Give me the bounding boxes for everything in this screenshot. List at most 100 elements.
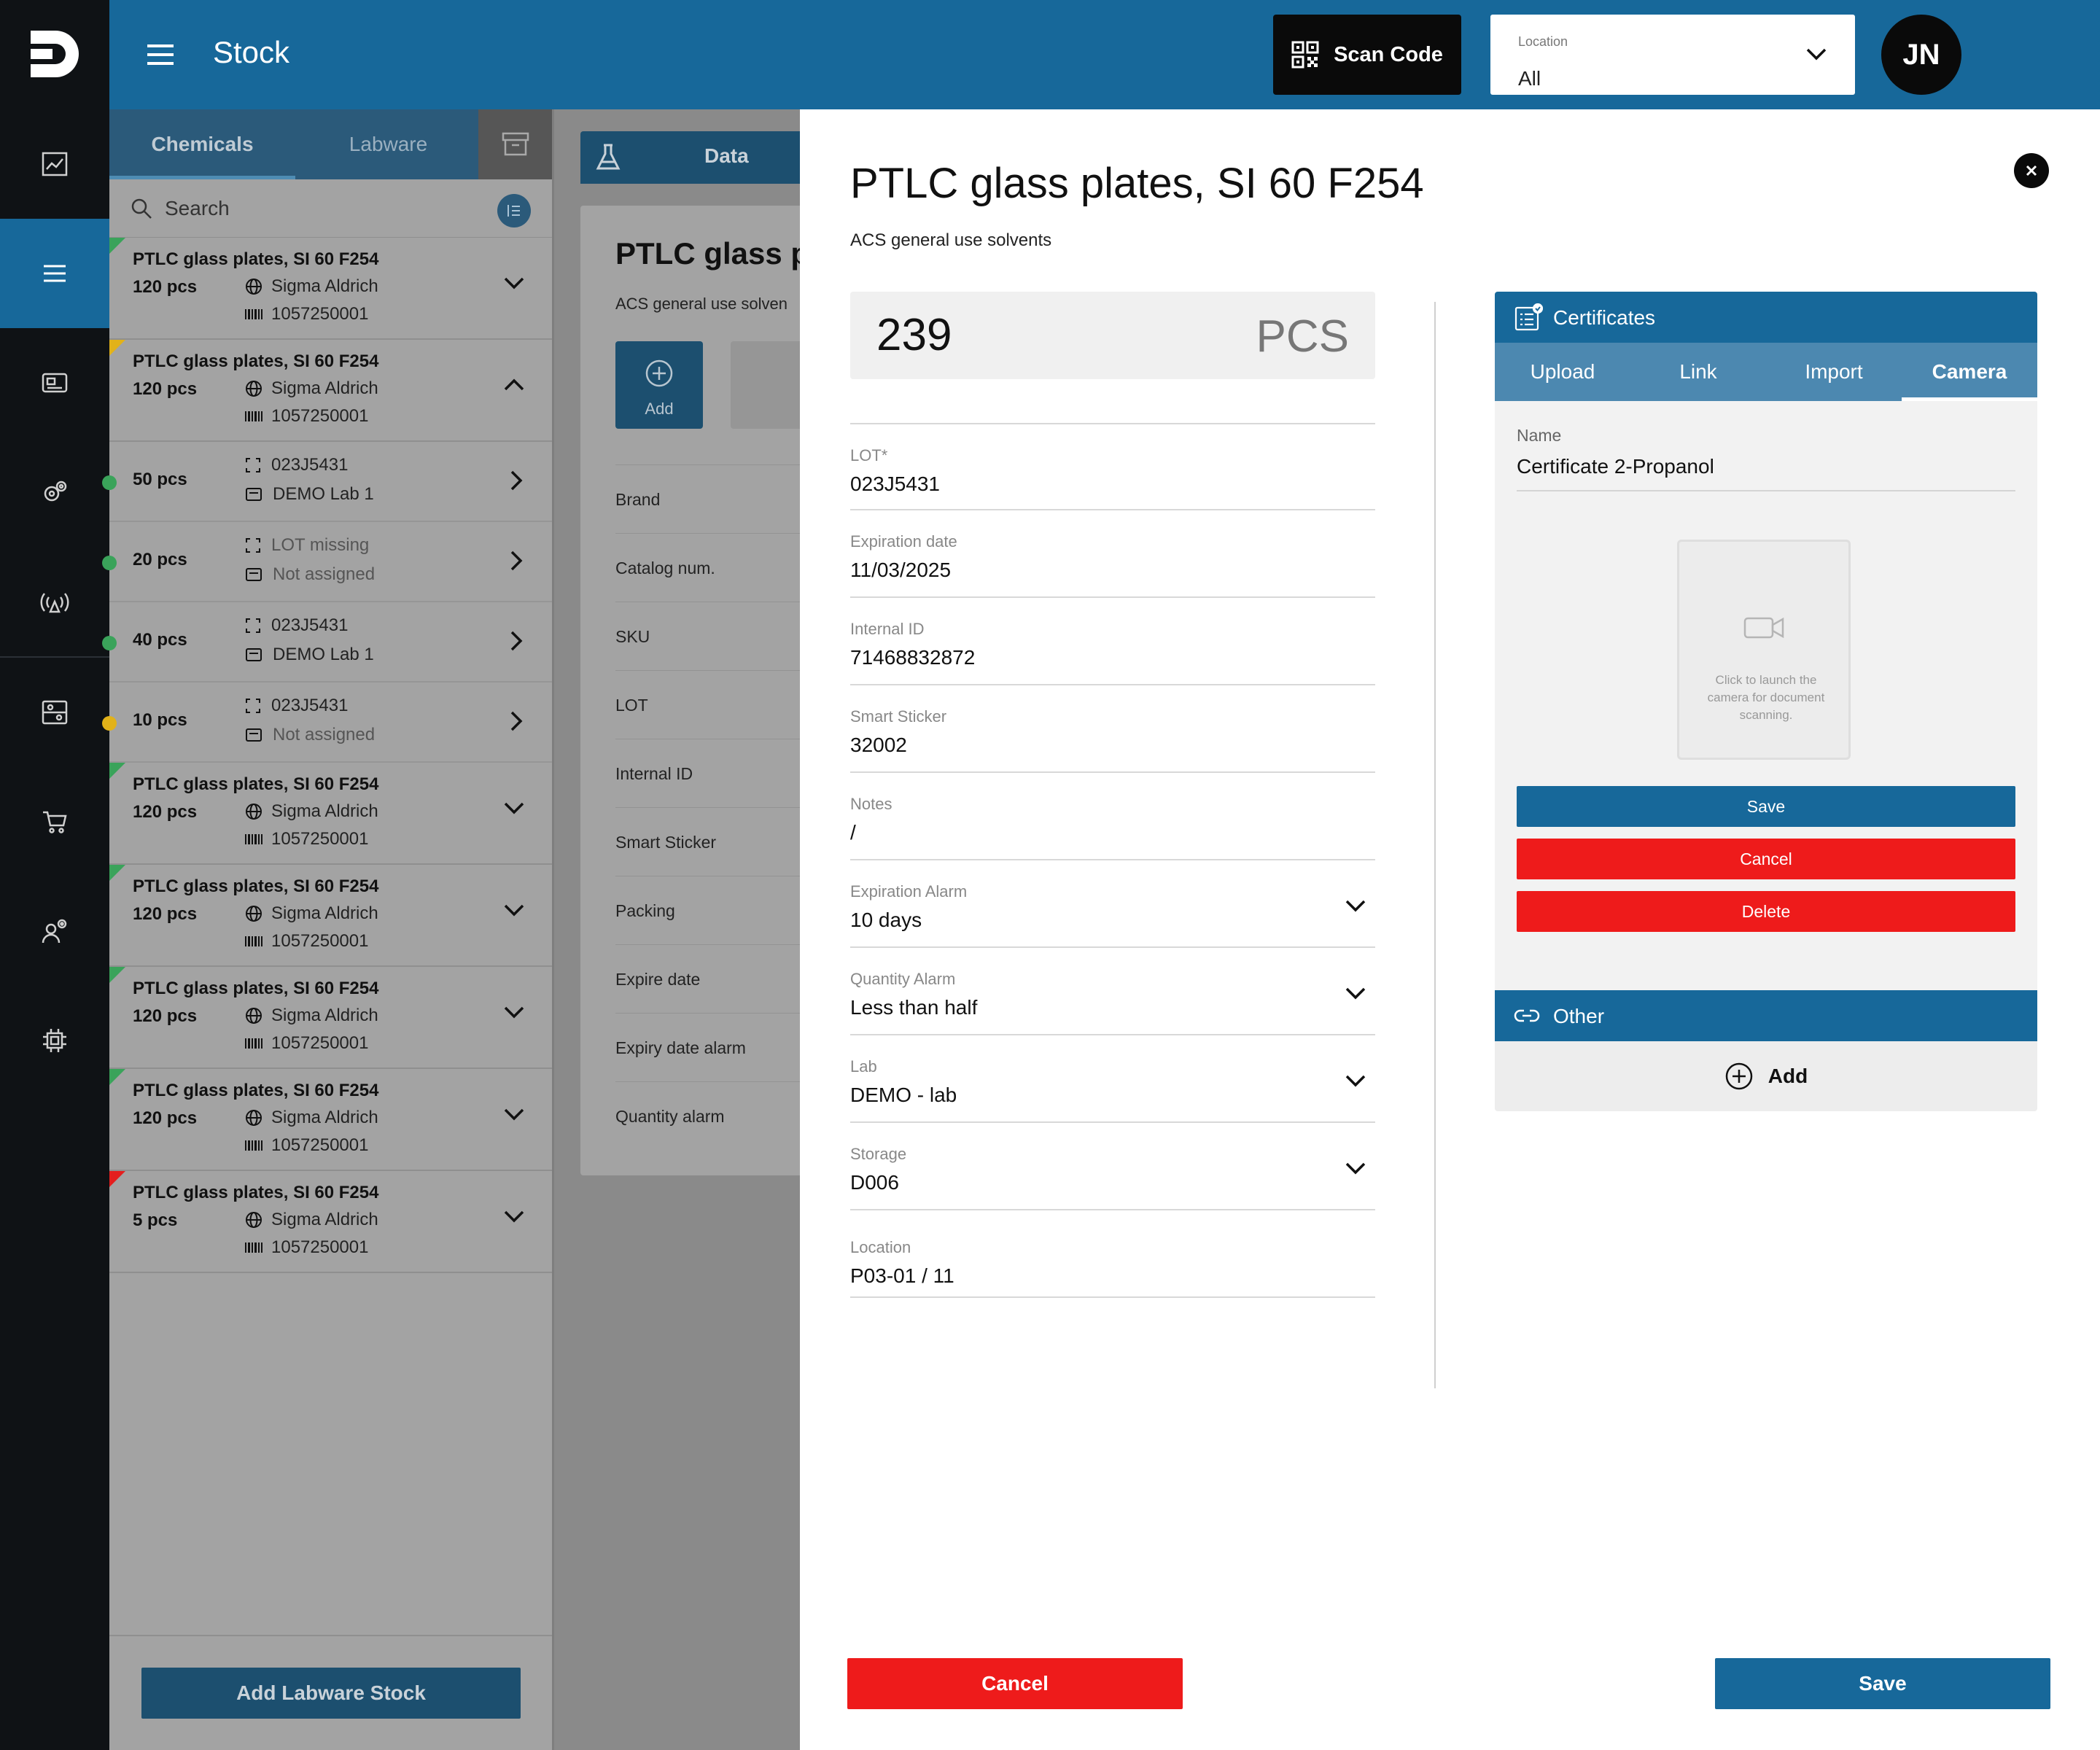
location-value: All: [1518, 67, 1541, 90]
tab-chemicals[interactable]: Chemicals: [109, 109, 295, 179]
sub-list-item[interactable]: 10 pcs 023J5431 Not assigned: [102, 682, 552, 763]
list-item[interactable]: PTLC glass plates, SI 60 F254 120 pcs Si…: [109, 238, 552, 340]
chart-icon: [42, 152, 68, 176]
list-item[interactable]: PTLC glass plates, SI 60 F254 5 pcs Sigm…: [109, 1171, 552, 1273]
chevron-down-icon[interactable]: [503, 903, 525, 917]
smart-sticker-field[interactable]: Smart Sticker 32002: [850, 685, 1375, 771]
globe-icon: [246, 906, 262, 922]
close-drawer-button[interactable]: [2014, 153, 2049, 188]
sub-list-item[interactable]: 20 pcs LOT missing Not assigned: [102, 522, 552, 602]
chevron-up-icon[interactable]: [503, 378, 525, 392]
lot-field[interactable]: LOT* 023J5431: [850, 424, 1375, 510]
rail-item-labs[interactable]: [0, 328, 109, 438]
plus-circle-icon: [1725, 1062, 1753, 1090]
user-avatar[interactable]: JN: [1881, 15, 1961, 95]
expiration-date-field[interactable]: Expiration date 11/03/2025: [850, 510, 1375, 596]
storage-select[interactable]: Storage D006: [850, 1123, 1375, 1209]
rail-item-devices[interactable]: [0, 986, 109, 1095]
plus-circle-icon: [645, 359, 673, 387]
detail-add-button[interactable]: Add: [615, 341, 703, 429]
search-bar: [109, 179, 552, 238]
notes-field[interactable]: Notes /: [850, 773, 1375, 859]
location-field[interactable]: Location P03-01 / 11: [850, 1216, 1375, 1302]
detail-row-label: Expiry date alarm: [615, 1038, 746, 1057]
tab-import[interactable]: Import: [1766, 343, 1902, 401]
list-item[interactable]: PTLC glass plates, SI 60 F254 120 pcs Si…: [109, 763, 552, 865]
tab-link[interactable]: Link: [1630, 343, 1766, 401]
link-icon: [1514, 1009, 1540, 1022]
archive-icon: [502, 132, 529, 156]
location-label: Location: [1518, 34, 1568, 49]
rail-item-stock[interactable]: [0, 219, 109, 328]
other-section-header: Other: [1495, 990, 2037, 1041]
tab-labware[interactable]: Labware: [295, 109, 481, 179]
location-select[interactable]: Location All: [1490, 15, 1855, 95]
detail-row-label: Internal ID: [615, 764, 693, 783]
barcode-icon: [245, 309, 262, 319]
quantity-alarm-select[interactable]: Quantity Alarm Less than half: [850, 948, 1375, 1034]
page-title: Stock: [213, 35, 290, 69]
flask-icon: [596, 144, 621, 170]
tab-upload[interactable]: Upload: [1495, 343, 1630, 401]
drawer-title: PTLC glass plates, SI 60 F254: [850, 160, 1424, 207]
sub-list-item[interactable]: 40 pcs 023J5431 DEMO Lab 1: [102, 602, 552, 682]
chevron-down-icon[interactable]: [503, 276, 525, 290]
chip-icon: [43, 1029, 66, 1052]
certificate-icon: [1514, 303, 1543, 331]
archive-button[interactable]: [478, 109, 552, 179]
scan-code-label: Scan Code: [1334, 42, 1443, 66]
chevron-right-icon[interactable]: [509, 550, 524, 572]
lab-select[interactable]: Lab DEMO - lab: [850, 1035, 1375, 1121]
quantity-value: 239: [876, 310, 952, 360]
list-item[interactable]: PTLC glass plates, SI 60 F254 120 pcs Si…: [109, 1069, 552, 1171]
rail-item-orders[interactable]: [0, 767, 109, 876]
card-icon: [42, 373, 68, 393]
certificate-cancel-button[interactable]: Cancel: [1517, 839, 2015, 879]
scan-code-button[interactable]: Scan Code: [1273, 15, 1461, 95]
detail-row-label: SKU: [615, 627, 650, 646]
nav-rail: [0, 0, 109, 1750]
rail-item-sensors[interactable]: [0, 547, 109, 656]
internal-id-field[interactable]: Internal ID 71468832872: [850, 598, 1375, 684]
detail-row-label: Expire date: [615, 970, 701, 989]
search-input[interactable]: [165, 192, 442, 225]
user-gear-icon: [42, 919, 67, 944]
detail-row-label: Packing: [615, 901, 675, 920]
rail-item-dashboard[interactable]: [0, 109, 109, 219]
close-icon: [2026, 165, 2037, 176]
drawer-save-button[interactable]: Save: [1715, 1658, 2050, 1709]
certificate-delete-button[interactable]: Delete: [1517, 891, 2015, 932]
list-item[interactable]: PTLC glass plates, SI 60 F254 120 pcs Si…: [109, 865, 552, 967]
chevron-down-icon[interactable]: [503, 1209, 525, 1224]
list-item[interactable]: PTLC glass plates, SI 60 F254 120 pcs Si…: [109, 967, 552, 1069]
chevron-down-icon[interactable]: [503, 1107, 525, 1121]
gears-icon: [44, 481, 67, 502]
drawer-cancel-button[interactable]: Cancel: [847, 1658, 1183, 1709]
add-labware-stock-button[interactable]: Add Labware Stock: [141, 1668, 521, 1719]
list-item-expanded[interactable]: PTLC glass plates, SI 60 F254 120 pcs Si…: [109, 340, 552, 442]
menu-button[interactable]: [144, 39, 176, 71]
barcode-icon: [245, 1038, 262, 1049]
globe-icon: [246, 1212, 262, 1228]
globe-icon: [246, 1110, 262, 1126]
expiration-alarm-select[interactable]: Expiration Alarm 10 days: [850, 860, 1375, 946]
tab-camera[interactable]: Camera: [1902, 343, 2037, 401]
certificate-save-button[interactable]: Save: [1517, 786, 2015, 827]
tab-data[interactable]: Data: [580, 131, 821, 184]
chevron-right-icon[interactable]: [509, 470, 524, 491]
camera-launch-area[interactable]: Click to launch the camera for document …: [1677, 540, 1851, 760]
chevron-right-icon[interactable]: [509, 710, 524, 732]
filter-button[interactable]: [497, 194, 531, 228]
detail-row-label: Catalog num.: [615, 559, 715, 578]
quantity-field[interactable]: 239 PCS: [850, 292, 1375, 379]
chevron-down-icon[interactable]: [503, 1005, 525, 1019]
certificate-name-input[interactable]: Certificate 2-Propanol: [1517, 455, 1714, 478]
rail-item-reports[interactable]: [0, 658, 109, 767]
other-add-button[interactable]: Add: [1495, 1041, 2037, 1111]
rail-item-settings[interactable]: [0, 438, 109, 547]
chevron-down-icon[interactable]: [503, 801, 525, 815]
chevron-right-icon[interactable]: [509, 630, 524, 652]
rail-item-users[interactable]: [0, 876, 109, 986]
app-logo: [26, 26, 83, 83]
sub-list-item[interactable]: 50 pcs 023J5431 DEMO Lab 1: [102, 442, 552, 522]
